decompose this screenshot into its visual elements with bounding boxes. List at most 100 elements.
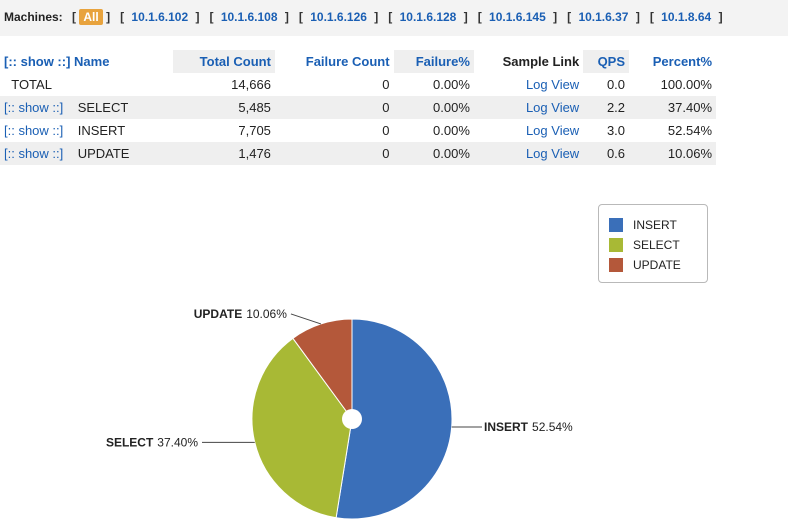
qps-header[interactable]: QPS: [583, 50, 630, 73]
stats-table: [:: show ::] Name Total Count Failure Co…: [0, 50, 716, 165]
failure-count-cell: 0: [382, 123, 390, 138]
percent-cell: 100.00%: [660, 77, 712, 92]
failure-pct-cell: 0.00%: [433, 77, 470, 92]
machine-link[interactable]: 10.1.6.145: [485, 10, 550, 24]
legend-item: INSERT: [609, 215, 707, 235]
log-view-link[interactable]: Log View: [526, 123, 579, 138]
percent-header[interactable]: Percent%: [629, 50, 716, 73]
bracket-close: ]: [374, 10, 379, 24]
machine-link[interactable]: 10.1.6.128: [396, 10, 461, 24]
pie-label: SELECT 37.40%: [106, 435, 198, 449]
failure-pct-cell: 0.00%: [393, 96, 474, 119]
bracket-open: [: [388, 10, 393, 24]
machine-link[interactable]: 10.1.6.108: [217, 10, 282, 24]
sample-link-cell: Log View: [473, 142, 584, 165]
show-link[interactable]: [:: show ::]: [4, 123, 63, 138]
show-all-header-link[interactable]: [:: show ::] Name: [0, 50, 173, 73]
sample-link-header: Sample Link: [502, 54, 580, 69]
pie-label-name: SELECT: [106, 435, 154, 449]
failure-count-cell: 0: [274, 96, 394, 119]
sample-link-cell: Log View: [474, 73, 583, 96]
qps-cell: 0.6: [583, 142, 630, 165]
machine-item: [ 10.1.6.128 ]: [388, 10, 467, 24]
bracket-close: ]: [195, 10, 200, 24]
total-count-cell: 14,666: [231, 77, 271, 92]
show-all-label: [:: show ::]: [4, 54, 71, 69]
log-view-link[interactable]: Log View: [526, 146, 579, 161]
percent-cell: 52.54%: [667, 123, 712, 138]
total-count-cell: 5,485: [172, 96, 275, 119]
table-row: [:: show ::] INSERT 7,705 0 0.00% Log View 3.…: [0, 119, 716, 142]
sample-link-cell: Log View: [474, 119, 583, 142]
total-count-header[interactable]: Total Count: [172, 50, 275, 73]
show-link[interactable]: [:: show ::]: [4, 146, 63, 161]
bracket-close: ]: [635, 10, 640, 24]
sample-link-cell: Log View: [473, 96, 584, 119]
machine-item: [ 10.1.8.64 ]: [650, 10, 723, 24]
pie-label: INSERT 52.54%: [484, 420, 573, 434]
legend-swatch: [609, 238, 623, 252]
pie-label-name: INSERT: [484, 420, 529, 434]
bracket-open: [: [477, 10, 482, 24]
pie-chart: INSERT 52.54% SELECT 37.40% UPDATE 10.06%: [106, 307, 573, 520]
legend-label: SELECT: [633, 238, 680, 252]
pie-leader-line: [290, 313, 322, 325]
machine-link[interactable]: 10.1.6.102: [127, 10, 192, 24]
machine-link[interactable]: 10.1.6.126: [306, 10, 371, 24]
row-name: SELECT: [77, 100, 129, 115]
pie-label-value: 10.06%: [246, 307, 287, 321]
failure-count-cell: 0: [274, 142, 394, 165]
bracket-close: ]: [284, 10, 289, 24]
name-header[interactable]: Name: [74, 54, 109, 69]
bracket-open: [: [120, 10, 125, 24]
total-count-cell: 1,476: [172, 142, 275, 165]
machines-bar: Machines: [ All ][ 10.1.6.102 ][ 10.1.6.…: [0, 0, 788, 36]
chart-legend: INSERT SELECT UPDATE: [598, 204, 708, 283]
machine-link[interactable]: 10.1.6.37: [574, 10, 632, 24]
machine-item: [ 10.1.6.145 ]: [478, 10, 557, 24]
failure-count-header[interactable]: Failure Count: [275, 50, 394, 73]
failure-pct-cell: 0.00%: [433, 123, 470, 138]
table-body: TOTAL 14,666 0 0.00% Log View 0.0 100.00% [:: s…: [0, 73, 716, 165]
table-row: [:: show ::] UPDATE 1,476 0 0.00% Log View 0.…: [0, 142, 716, 165]
failure-count-cell: 0: [382, 77, 390, 92]
bracket-close: ]: [463, 10, 468, 24]
legend-item: SELECT: [609, 235, 707, 255]
failure-pct-header[interactable]: Failure%: [393, 50, 474, 73]
qps-cell: 2.2: [583, 96, 630, 119]
table-row: TOTAL 14,666 0 0.00% Log View 0.0 100.00%: [0, 73, 716, 96]
pie-label-value: 37.40%: [157, 435, 198, 449]
machine-list: [ All ][ 10.1.6.102 ][ 10.1.6.108 ][ 10.…: [72, 9, 733, 25]
failure-pct-cell: 0.00%: [393, 142, 474, 165]
row-name: UPDATE: [77, 146, 130, 161]
legend-label: UPDATE: [633, 258, 681, 272]
bracket-open: [: [649, 10, 654, 24]
log-view-link[interactable]: Log View: [526, 100, 579, 115]
machine-item: [ 10.1.6.126 ]: [299, 10, 378, 24]
name-cell: [:: show ::] INSERT: [0, 119, 173, 142]
bracket-open: [: [72, 10, 77, 24]
name-cell: [:: show ::] UPDATE: [0, 142, 173, 165]
show-link[interactable]: [:: show ::]: [4, 100, 63, 115]
bracket-open: [: [209, 10, 214, 24]
machine-item: [ 10.1.6.37 ]: [567, 10, 640, 24]
table-header-row: [:: show ::] Name Total Count Failure Co…: [0, 50, 716, 73]
bracket-close: ]: [106, 10, 111, 24]
percent-cell: 10.06%: [629, 142, 716, 165]
machine-link[interactable]: All: [79, 9, 103, 25]
machines-label: Machines:: [4, 10, 63, 24]
pie-label-value: 52.54%: [532, 420, 573, 434]
table-row: [:: show ::] SELECT 5,485 0 0.00% Log View 2.…: [0, 96, 716, 119]
machine-item: [ All ]: [72, 9, 111, 25]
percent-cell: 37.40%: [629, 96, 716, 119]
pie-center-hole: [342, 409, 362, 429]
legend-swatch: [609, 258, 623, 272]
log-view-link[interactable]: Log View: [526, 77, 579, 92]
legend-label: INSERT: [633, 218, 677, 232]
machine-link[interactable]: 10.1.8.64: [657, 10, 715, 24]
bracket-close: ]: [553, 10, 558, 24]
bracket-open: [: [298, 10, 303, 24]
bracket-close: ]: [718, 10, 723, 24]
row-name: INSERT: [77, 123, 126, 138]
pie-label: UPDATE 10.06%: [194, 307, 287, 321]
